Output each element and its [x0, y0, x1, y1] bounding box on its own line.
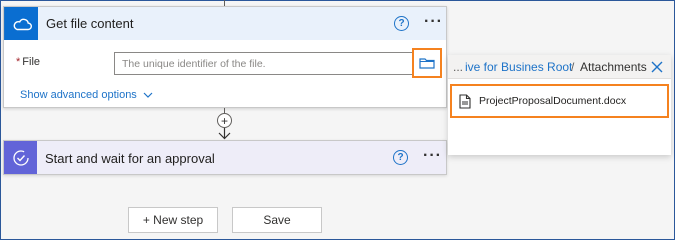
new-step-button[interactable]: + New step — [128, 207, 218, 233]
approval-icon — [4, 141, 37, 174]
breadcrumb-separator: / — [571, 60, 575, 74]
folder-picker-button[interactable] — [412, 48, 442, 78]
file-input[interactable] — [114, 52, 442, 75]
advanced-options-label: Show advanced options — [20, 89, 137, 101]
show-advanced-options[interactable]: Show advanced options — [20, 89, 153, 101]
required-marker: * — [16, 56, 21, 68]
card-title: Get file content — [46, 16, 134, 31]
get-file-content-card: Get file content ? ··· *File Show advanc… — [3, 6, 447, 108]
help-icon[interactable]: ? — [393, 150, 408, 165]
save-button[interactable]: Save — [232, 207, 322, 233]
more-options-icon[interactable]: ··· — [424, 13, 443, 31]
breadcrumb-ellipsis[interactable]: ... — [453, 60, 463, 74]
more-options-icon[interactable]: ··· — [423, 147, 442, 165]
file-name: ProjectProposalDocument.docx — [479, 95, 627, 107]
onedrive-icon — [5, 7, 38, 40]
breadcrumb-current: Attachments — [580, 60, 647, 74]
chevron-down-icon — [143, 92, 153, 98]
breadcrumb-parent-link[interactable]: ive for Busines Root — [465, 60, 572, 74]
help-icon[interactable]: ? — [394, 16, 409, 31]
file-field-label: * File — [16, 56, 40, 68]
card-title: Start and wait for an approval — [45, 151, 215, 166]
document-icon — [459, 93, 471, 109]
file-label-text: File — [22, 56, 41, 68]
arrow-down-icon — [218, 128, 231, 140]
folder-icon — [419, 58, 435, 69]
approval-card[interactable]: Start and wait for an approval ? ··· — [3, 140, 447, 175]
insert-step-button[interactable]: + — [217, 113, 232, 128]
file-list-item[interactable]: ProjectProposalDocument.docx — [450, 84, 669, 118]
picker-breadcrumb: ... ive for Busines Root / Attachments — [448, 55, 671, 79]
card-header[interactable]: Get file content ? ··· — [4, 7, 446, 40]
file-picker-panel: ... ive for Busines Root / Attachments P… — [448, 55, 671, 155]
close-icon[interactable] — [650, 60, 664, 74]
